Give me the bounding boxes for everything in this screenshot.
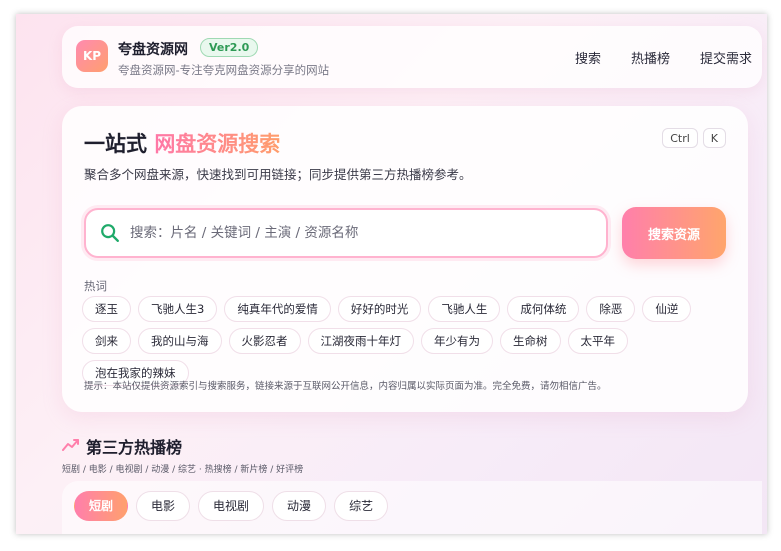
ranking-subtitle: 短剧 / 电影 / 电视剧 / 动漫 / 综艺 · 热搜榜 / 新片榜 / 好评… [62,465,304,475]
hot-tag[interactable]: 逐玉 [82,296,131,322]
site-logo[interactable]: KP [76,40,108,72]
disclaimer-notice: 提示：本站仅提供资源索引与搜索服务，链接来源于互联网公开信息，内容归属以实际页面… [84,381,607,392]
trend-icon [62,439,79,451]
hot-tag[interactable]: 我的山与海 [138,328,222,354]
search-input[interactable] [130,220,590,246]
hot-tag[interactable]: 火影忍者 [228,328,301,354]
tab-tv-series[interactable]: 电视剧 [198,491,265,521]
app-frame: KP 夸盘资源网 Ver2.0 夸盘资源网-专注夸克网盘资源分享的网站 搜索 热… [16,14,767,534]
site-subtitle: 夸盘资源网-专注夸克网盘资源分享的网站 [118,63,330,77]
tab-movie[interactable]: 电影 [136,491,191,521]
site-header: KP 夸盘资源网 Ver2.0 夸盘资源网-专注夸克网盘资源分享的网站 搜索 热… [62,26,762,88]
version-badge: Ver2.0 [200,38,259,57]
nav-search[interactable]: 搜索 [575,48,601,67]
hot-tag[interactable]: 剑来 [82,328,131,354]
hot-tag[interactable]: 飞驰人生 [428,296,501,322]
hot-tag[interactable]: 纯真年代的爱情 [224,296,331,322]
tab-variety[interactable]: 综艺 [334,491,389,521]
hero-title-accent: 网盘资源搜索 [154,132,281,156]
search-box[interactable] [84,208,608,258]
kbd-ctrl: Ctrl [662,128,698,148]
hot-tag[interactable]: 除恶 [586,296,636,322]
hot-tag[interactable]: 仙逆 [642,296,692,322]
hot-tag[interactable]: 年少有为 [421,328,493,354]
hot-tag[interactable]: 生命树 [500,328,561,354]
hot-tag[interactable]: 飞驰人生3 [138,296,218,322]
tab-anime[interactable]: 动漫 [272,491,327,521]
hero-description: 聚合多个网盘来源，快速找到可用链接；同步提供第三方热播榜参考。 [84,167,472,182]
tab-short-drama[interactable]: 短剧 [74,491,129,521]
search-icon [101,224,119,242]
hot-tag[interactable]: 江湖夜雨十年灯 [307,328,414,354]
shortcut-hint: Ctrl K [662,128,726,148]
hot-tag[interactable]: 成何体统 [507,296,580,322]
hot-tag[interactable]: 好好的时光 [337,296,422,322]
search-button[interactable]: 搜索资源 [622,207,726,259]
hero-title: 一站式 网盘资源搜索 [84,128,280,158]
hot-words-list: 逐玉 飞驰人生3 纯真年代的爱情 好好的时光 飞驰人生 成何体统 除恶 仙逆 剑… [82,296,732,386]
hero-title-plain: 一站式 [84,132,155,156]
search-card: 一站式 网盘资源搜索 Ctrl K 聚合多个网盘来源，快速找到可用链接；同步提供… [62,106,748,412]
kbd-k: K [702,128,726,148]
hot-words-label: 热词 [84,279,107,293]
top-nav: 搜索 热播榜 提交需求 [575,48,752,67]
hot-tag[interactable]: 太平年 [567,328,628,354]
ranking-title: 第三方热播榜 [86,438,183,457]
nav-submit-request[interactable]: 提交需求 [700,48,752,67]
ranking-category-tabs: 短剧 电影 电视剧 动漫 综艺 [74,491,389,521]
site-title[interactable]: 夸盘资源网 [118,39,188,59]
nav-hot-ranking[interactable]: 热播榜 [631,48,670,67]
